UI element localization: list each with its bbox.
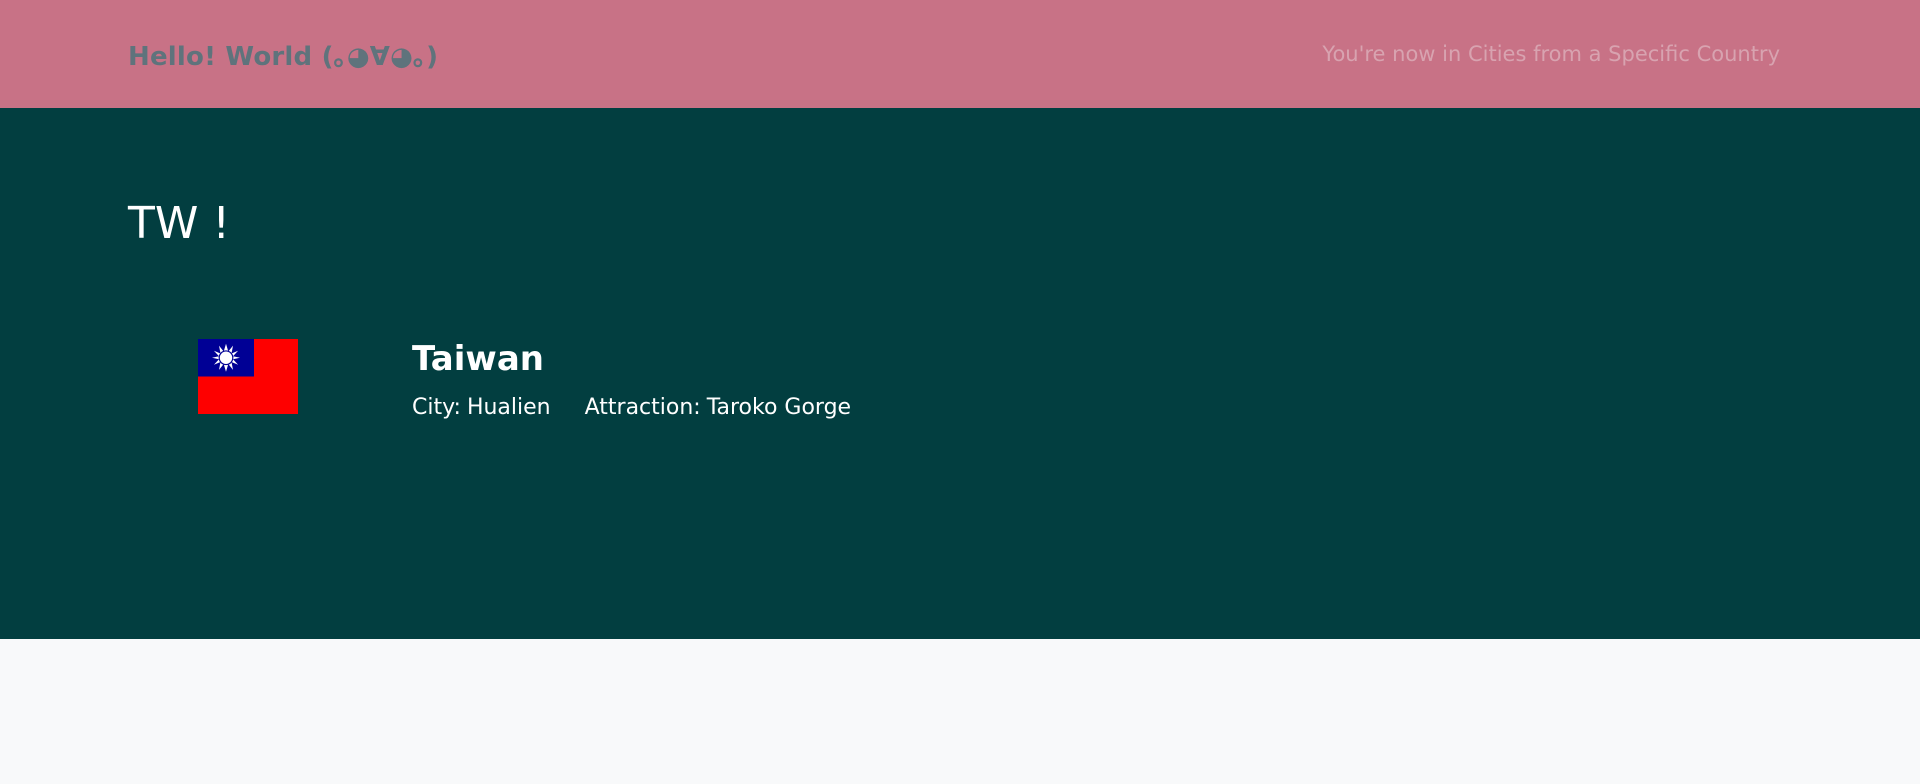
- country-hero-section: TW ! Taiwan City: Hualien Attraction: Ta…: [0, 108, 1920, 639]
- page-background: [0, 639, 1920, 784]
- attraction-detail: Attraction: Taroko Gorge: [585, 395, 851, 420]
- location-status: You're now in Cities from a Specific Cou…: [1322, 42, 1780, 66]
- site-brand[interactable]: Hello! World (｡◕∀◕｡): [128, 36, 438, 73]
- city-label: City:: [412, 394, 461, 420]
- country-name: Taiwan: [412, 339, 544, 379]
- country-card: Taiwan City: Hualien Attraction: Taroko …: [198, 339, 851, 420]
- attraction-label: Attraction:: [584, 394, 701, 420]
- city-value: Hualien: [466, 394, 551, 420]
- attraction-value: Taroko Gorge: [706, 394, 852, 420]
- page-title: TW !: [128, 198, 231, 249]
- city-detail: City: Hualien: [412, 395, 551, 420]
- country-info: Taiwan City: Hualien Attraction: Taroko …: [412, 339, 851, 420]
- top-navbar: Hello! World (｡◕∀◕｡) You're now in Citie…: [0, 0, 1920, 108]
- country-details: City: Hualien Attraction: Taroko Gorge: [412, 395, 851, 420]
- taiwan-flag-icon: [198, 339, 298, 414]
